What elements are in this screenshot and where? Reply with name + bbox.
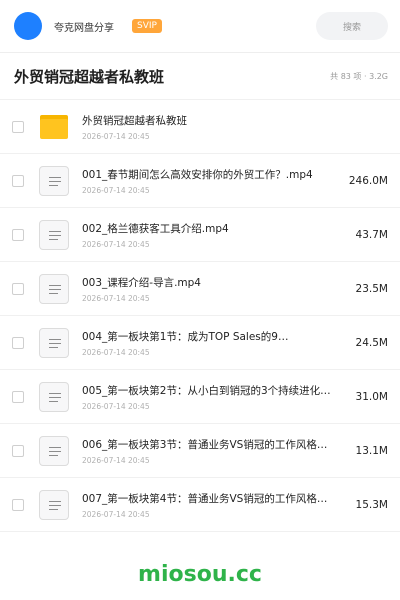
video-file-icon [38, 165, 70, 197]
item-size: 24.5M [355, 336, 388, 349]
item-size: 43.7M [355, 228, 388, 241]
select-checkbox[interactable] [12, 228, 24, 241]
item-size: 31.0M [355, 390, 388, 403]
select-checkbox[interactable] [12, 336, 24, 349]
list-item[interactable]: 003_课程介绍-导言.mp4 2026-07-14 20:45 23.5M [0, 262, 400, 316]
item-name: 外贸销冠超越者私教班 [82, 114, 187, 127]
item-size: 23.5M [355, 282, 388, 295]
svip-badge: SVIP [132, 19, 162, 33]
select-checkbox[interactable] [12, 120, 24, 133]
item-name: 002_格兰德获客工具介绍.mp4 [82, 222, 229, 235]
item-name: 001_春节期间怎么高效安排你的外贸工作？.mp4 [82, 168, 313, 181]
item-date: 2026-07-14 20:45 [82, 293, 150, 303]
list-item[interactable]: 006_第一板块第3节：普通业务VS销冠的工作风格… 2026-07-14 20… [0, 424, 400, 478]
item-size: 13.1M [355, 444, 388, 457]
select-checkbox[interactable] [12, 498, 24, 511]
item-date: 2026-07-14 20:45 [82, 347, 150, 357]
item-name: 006_第一板块第3节：普通业务VS销冠的工作风格… [82, 438, 328, 451]
item-date: 2026-07-14 20:45 [82, 185, 150, 195]
item-date: 2026-07-14 20:45 [82, 401, 150, 411]
avatar[interactable] [14, 12, 42, 40]
video-file-icon [38, 381, 70, 413]
folder-meta: 共 83 项 · 3.2G [330, 71, 388, 81]
item-size: 15.3M [355, 498, 388, 511]
list-item[interactable]: 004_第一板块第1节：成为TOP Sales的9… 2026-07-14 20… [0, 316, 400, 370]
item-name: 004_第一板块第1节：成为TOP Sales的9… [82, 330, 289, 343]
item-date: 2026-07-14 20:45 [82, 131, 150, 141]
folder-title-bar: 外贸销冠超越者私教班 共 83 项 · 3.2G [0, 53, 400, 99]
video-file-icon [38, 435, 70, 467]
select-checkbox[interactable] [12, 390, 24, 403]
item-date: 2026-07-14 20:45 [82, 239, 150, 249]
list-item[interactable]: 002_格兰德获客工具介绍.mp4 2026-07-14 20:45 43.7M [0, 208, 400, 262]
list-item[interactable]: 外贸销冠超越者私教班 2026-07-14 20:45 [0, 100, 400, 154]
folder-icon [38, 111, 70, 143]
item-name: 003_课程介绍-导言.mp4 [82, 276, 201, 289]
video-file-icon [38, 219, 70, 251]
item-name: 005_第一板块第2节：从小白到销冠的3个持续进化… [82, 384, 331, 397]
select-checkbox[interactable] [12, 444, 24, 457]
select-checkbox[interactable] [12, 174, 24, 187]
file-list: 外贸销冠超越者私教班 2026-07-14 20:45 001_春节期间怎么高效… [0, 99, 400, 532]
item-date: 2026-07-14 20:45 [82, 455, 150, 465]
video-file-icon [38, 327, 70, 359]
page-title: 外贸销冠超越者私教班 [14, 67, 165, 86]
item-date: 2026-07-14 20:45 [82, 509, 150, 519]
video-file-icon [38, 489, 70, 521]
search-button[interactable]: 搜索 [316, 12, 388, 40]
list-item[interactable]: 001_春节期间怎么高效安排你的外贸工作？.mp4 2026-07-14 20:… [0, 154, 400, 208]
list-item[interactable]: 007_第一板块第4节：普通业务VS销冠的工作风格… 2026-07-14 20… [0, 478, 400, 532]
item-size: 246.0M [348, 174, 388, 187]
top-bar: 夸克网盘分享 SVIP 搜索 [0, 0, 400, 52]
video-file-icon [38, 273, 70, 305]
username: 夸克网盘分享 [54, 22, 114, 34]
list-item[interactable]: 005_第一板块第2节：从小白到销冠的3个持续进化… 2026-07-14 20… [0, 370, 400, 424]
item-name: 007_第一板块第4节：普通业务VS销冠的工作风格… [82, 492, 328, 505]
select-checkbox[interactable] [12, 282, 24, 295]
watermark-text: miosou.cc [138, 562, 262, 587]
